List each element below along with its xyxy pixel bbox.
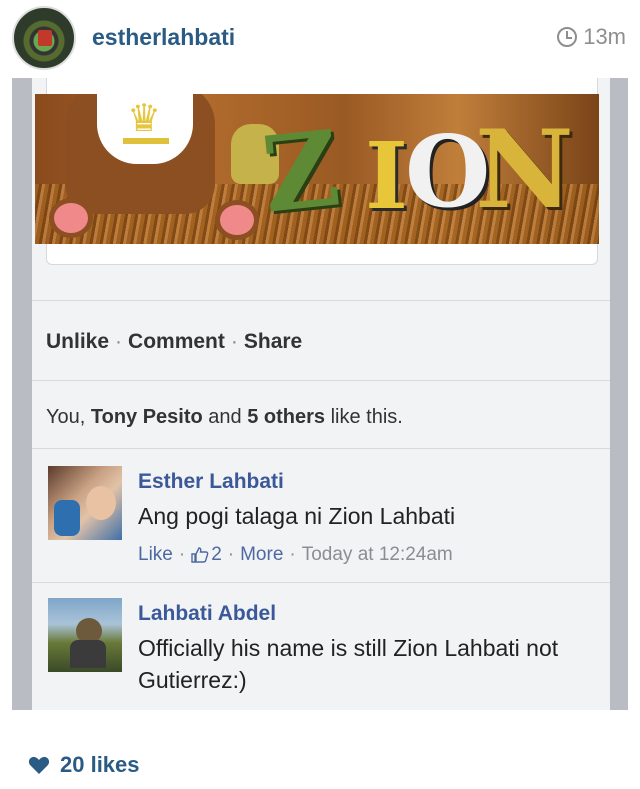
likes-count-label: 20 likes bbox=[60, 752, 140, 777]
heart-icon bbox=[28, 756, 50, 774]
comment-timestamp: Today at 12:24am bbox=[301, 544, 453, 565]
likes-count[interactable]: 20 likes bbox=[28, 752, 140, 778]
liker-name-link[interactable]: Tony Pesito bbox=[91, 406, 203, 428]
comment-author[interactable]: Esther Lahbati bbox=[138, 470, 284, 494]
time-ago-label: 13m bbox=[583, 24, 626, 49]
comment-like-button[interactable]: Like bbox=[138, 544, 173, 566]
divider bbox=[32, 448, 610, 449]
divider bbox=[32, 380, 610, 381]
zion-banner-image: Z I O N bbox=[35, 94, 599, 244]
divider bbox=[32, 582, 610, 583]
share-button[interactable]: Share bbox=[244, 330, 302, 354]
comment-meta: Like · 2 · More · Today at 12:24am bbox=[138, 544, 453, 566]
username-link[interactable]: estherlahbati bbox=[92, 24, 235, 51]
likes-summary: You, Tony Pesito and 5 others like this. bbox=[46, 406, 403, 428]
divider bbox=[32, 300, 610, 301]
commenter-avatar[interactable] bbox=[48, 598, 122, 672]
clock-icon bbox=[557, 27, 578, 47]
post-actions: Unlike · Comment · Share bbox=[46, 330, 303, 354]
post-timestamp: 13m bbox=[557, 24, 626, 50]
facebook-post-card: Z I O N Unlike · Comment · Share You, To… bbox=[32, 78, 610, 710]
shared-photo-frame: Z I O N bbox=[35, 78, 599, 265]
comment-author[interactable]: Lahbati Abdel bbox=[138, 602, 276, 626]
others-link[interactable]: 5 others bbox=[247, 406, 325, 428]
comment-like-count[interactable]: 2 bbox=[211, 544, 222, 566]
comment-text: Ang pogi talaga ni Zion Lahbati bbox=[138, 503, 456, 529]
unlike-button[interactable]: Unlike bbox=[46, 330, 109, 354]
commenter-avatar[interactable] bbox=[48, 466, 122, 540]
thumbs-up-icon bbox=[191, 547, 209, 563]
post-header: estherlahbati 13m bbox=[0, 0, 640, 78]
comment-more-button[interactable]: More bbox=[240, 544, 283, 566]
avatar[interactable] bbox=[12, 6, 76, 70]
comment-text: Officially his name is still Zion Lahbat… bbox=[138, 635, 559, 693]
crown-icon bbox=[123, 100, 169, 144]
comment-button[interactable]: Comment bbox=[128, 330, 225, 354]
post-image[interactable]: Z I O N Unlike · Comment · Share You, To… bbox=[12, 78, 628, 710]
